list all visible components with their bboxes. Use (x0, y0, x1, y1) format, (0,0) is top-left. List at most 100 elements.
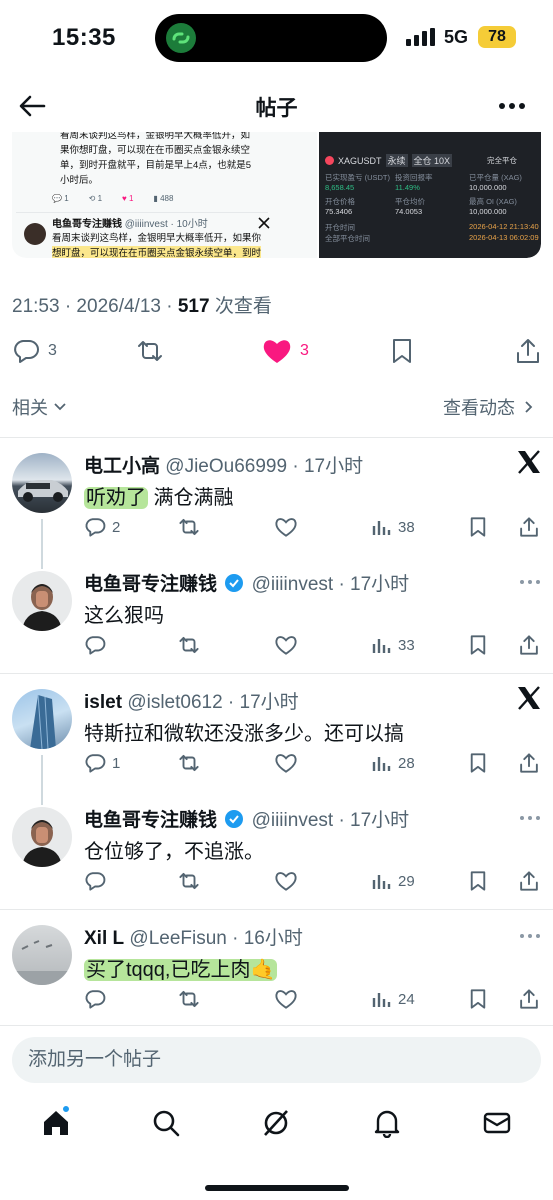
reply-button[interactable]: 2 (84, 515, 120, 539)
avatar[interactable] (12, 689, 72, 749)
view-activity-link[interactable]: 查看动态 (443, 394, 537, 420)
compose-reply-input[interactable]: 添加另一个帖子 (12, 1037, 541, 1083)
trade-result-image[interactable]: XAGUSDT 永续 全仓 10X 完全平仓 已实现盈亏 (USDT) 投资回报… (319, 132, 541, 258)
bookmark-button[interactable] (468, 633, 488, 657)
avatar[interactable] (12, 571, 72, 631)
tab-search[interactable] (151, 1108, 181, 1138)
tab-messages[interactable] (482, 1108, 512, 1138)
reply-handle[interactable]: @LeeFisun · 16小时 (129, 928, 302, 949)
reply-handle[interactable]: @iiiinvest · 17小时 (252, 810, 410, 831)
reply-button[interactable] (84, 987, 106, 1011)
share-button[interactable] (518, 515, 540, 539)
reply-handle[interactable]: @iiiinvest · 17小时 (252, 574, 410, 595)
image-quote-handle: @iiiinvest · 10小时 (124, 219, 208, 230)
person-avatar-image (22, 820, 62, 867)
like-button[interactable]: 3 (262, 336, 309, 366)
reply-item[interactable]: 电工小高 @JieOu66999 · 17小时 听劝了 满仓满融 2 38 (0, 437, 553, 553)
like-button[interactable] (274, 515, 298, 539)
reply-button[interactable]: 3 (12, 336, 57, 366)
x-logo-icon[interactable] (516, 685, 542, 711)
trade-tag: 全仓 10X (411, 154, 453, 167)
image-stat-views: ▮ 488 (153, 194, 174, 203)
grok-icon (264, 1110, 288, 1136)
views-icon (372, 993, 391, 1007)
views-button[interactable]: 33 (372, 633, 415, 657)
bookmark-button[interactable] (390, 336, 414, 366)
share-button[interactable] (518, 987, 540, 1011)
avatar[interactable] (12, 453, 72, 513)
reply-item[interactable]: 电鱼哥专注赚钱 @iiiinvest · 17小时 仓位够了，不追涨。 29 (0, 789, 553, 909)
post-view-count: 517 (177, 296, 210, 317)
share-button[interactable] (518, 869, 540, 893)
reply-author-name[interactable]: 电鱼哥专注赚钱 (84, 574, 217, 595)
bookmark-button[interactable] (468, 751, 488, 775)
bookmark-icon (393, 339, 411, 363)
image-quote-tweet: 电鱼哥专注赚钱 @iiiinvest · 10小时 看周末谈判这鸟样，金银明早大… (16, 212, 270, 258)
views-icon (372, 521, 391, 535)
views-count: 38 (398, 518, 415, 536)
retweet-button[interactable] (178, 987, 200, 1011)
trade-value: 74.0053 (395, 207, 423, 216)
sky-avatar-image (12, 940, 72, 985)
share-button[interactable] (518, 751, 540, 775)
retweet-button[interactable] (136, 336, 164, 366)
share-button[interactable] (518, 633, 540, 657)
reply-author-name[interactable]: 电工小高 (84, 456, 160, 477)
reply-button[interactable] (84, 869, 106, 893)
reply-item[interactable]: Xil L @LeeFisun · 16小时 买了tqqq,已吃上肉🤙 24 (0, 909, 553, 1025)
bookmark-button[interactable] (468, 869, 488, 893)
image-stat-replies: 💬 1 (52, 194, 69, 203)
reply-author-name[interactable]: 电鱼哥专注赚钱 (84, 810, 217, 831)
avatar[interactable] (12, 925, 72, 985)
image-quote-name: 电鱼哥专注赚钱 (52, 219, 122, 230)
like-button[interactable] (274, 751, 298, 775)
more-options-icon[interactable] (518, 813, 542, 823)
tab-home[interactable] (41, 1105, 71, 1138)
reply-button[interactable]: 1 (84, 751, 120, 775)
retweet-icon (179, 872, 199, 890)
like-button[interactable] (274, 869, 298, 893)
post-media[interactable]: 看周末谈判这鸟样，金银明早大概率低开，如 果你想盯盘，可以现在在币圈买点金银永续… (12, 132, 541, 258)
trade-symbol: XAGUSDT (338, 155, 382, 166)
reply-icon (14, 340, 39, 363)
retweet-button[interactable] (178, 869, 200, 893)
reply-author-name[interactable]: islet (84, 692, 122, 713)
heart-icon (275, 754, 297, 773)
reply-button[interactable] (84, 633, 106, 657)
related-dropdown[interactable]: 相关 (12, 394, 68, 420)
x-logo-icon[interactable] (516, 449, 542, 475)
views-button[interactable]: 28 (372, 751, 415, 775)
car-avatar-image (18, 480, 68, 502)
reply-handle[interactable]: @JieOu66999 · 17小时 (165, 456, 363, 477)
avatar[interactable] (12, 807, 72, 867)
bookmark-button[interactable] (468, 515, 488, 539)
reply-item[interactable]: islet @islet0612 · 17小时 特斯拉和微软还没涨多少。还可以搞… (0, 673, 553, 789)
views-button[interactable]: 38 (372, 515, 415, 539)
views-button[interactable]: 29 (372, 869, 415, 893)
tab-grok[interactable] (261, 1108, 291, 1138)
compose-placeholder: 添加另一个帖子 (28, 1049, 162, 1070)
symbol-icon (325, 156, 334, 165)
like-button[interactable] (274, 633, 298, 657)
reply-handle[interactable]: @islet0612 · 17小时 (127, 692, 298, 713)
like-button[interactable] (274, 987, 298, 1011)
image-text-line: 单，到时开盘就平，目前是早上4点，也就是5 (60, 160, 252, 171)
more-options-icon[interactable] (518, 931, 542, 941)
heart-icon (275, 518, 297, 537)
more-options-icon[interactable] (518, 577, 542, 587)
retweet-button[interactable] (178, 751, 200, 775)
reply-item[interactable]: 电鱼哥专注赚钱 @iiiinvest · 17小时 这么狠吗 33 (0, 553, 553, 673)
bell-icon (374, 1110, 400, 1138)
bookmark-button[interactable] (468, 987, 488, 1011)
reply-author-name[interactable]: Xil L (84, 928, 124, 949)
more-options-icon[interactable] (496, 92, 528, 120)
retweet-button[interactable] (178, 633, 200, 657)
retweet-button[interactable] (178, 515, 200, 539)
tab-notifications[interactable] (372, 1108, 402, 1138)
retweet-icon (179, 518, 199, 536)
home-indicator[interactable] (205, 1185, 349, 1191)
share-icon (520, 517, 538, 537)
share-button[interactable] (514, 336, 542, 366)
screenshot-tweet-image[interactable]: 看周末谈判这鸟样，金银明早大概率低开，如 果你想盯盘，可以现在在币圈买点金银永续… (12, 132, 317, 258)
views-button[interactable]: 24 (372, 987, 415, 1011)
